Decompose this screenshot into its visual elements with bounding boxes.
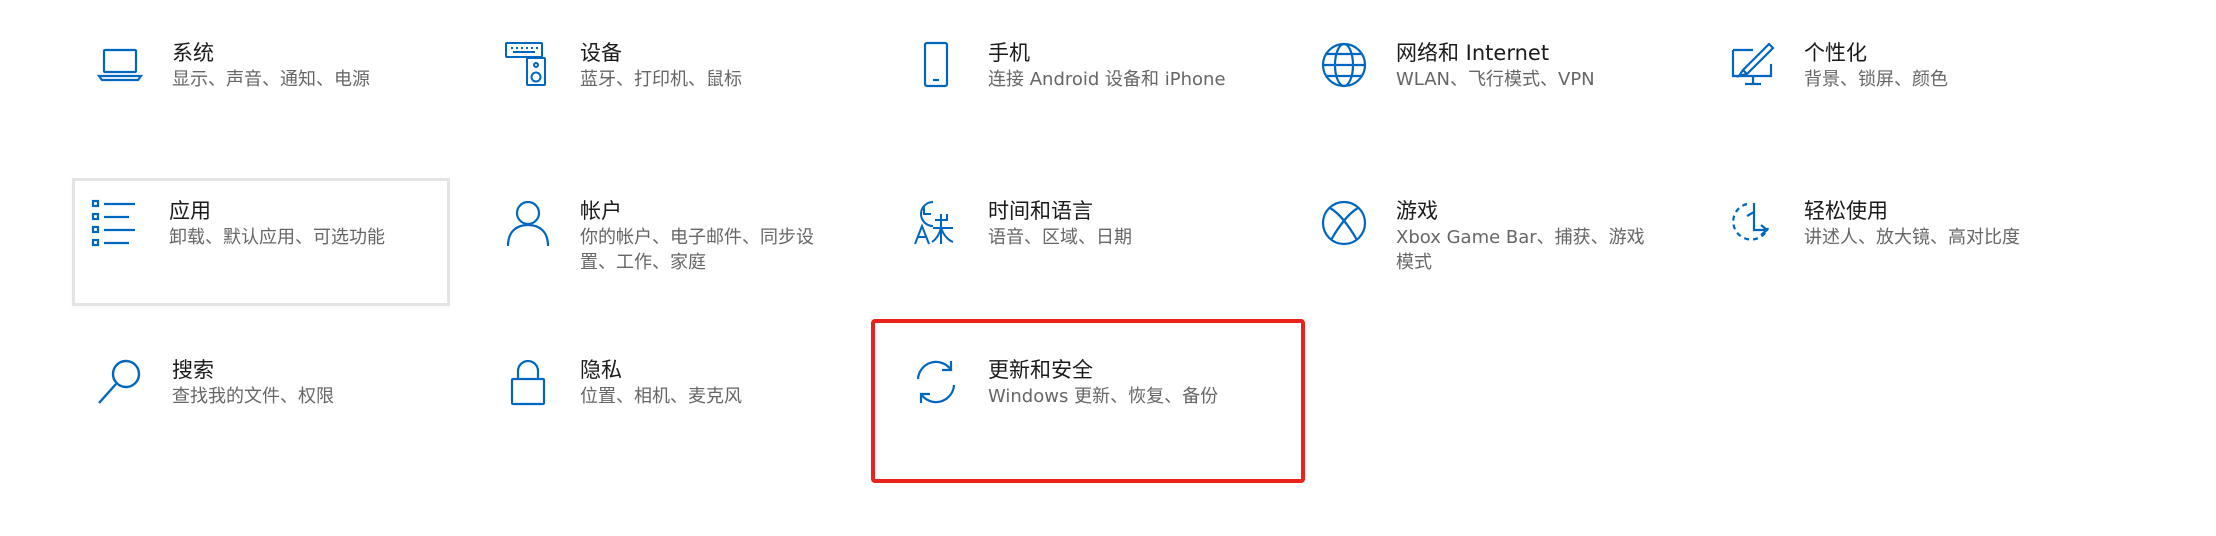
tile-description: 你的帐户、电子邮件、同步设置、工作、家庭	[580, 227, 814, 273]
tile-title: 游戏	[1396, 199, 1438, 223]
tile-ease-of-access[interactable]: 轻松使用 讲述人、放大镜、高对比度	[1707, 198, 2081, 324]
tile-description: 蓝牙、打印机、鼠标	[580, 69, 742, 90]
tile-description: WLAN、飞行模式、VPN	[1396, 69, 1595, 90]
search-icon	[95, 357, 145, 407]
tile-description: 背景、锁屏、颜色	[1804, 69, 1948, 90]
tile-description: 语音、区域、日期	[988, 227, 1132, 248]
ease-of-access-icon	[1727, 198, 1777, 248]
globe-icon	[1319, 40, 1369, 90]
tile-apps[interactable]: 应用 卸载、默认应用、可选功能	[72, 178, 450, 306]
lock-icon	[503, 357, 553, 407]
tile-title: 应用	[169, 199, 211, 223]
xbox-icon	[1319, 198, 1369, 248]
tile-privacy[interactable]: 隐私 位置、相机、麦克风	[483, 357, 857, 483]
tile-title: 个性化	[1804, 41, 1867, 65]
paint-brush-icon	[1727, 40, 1777, 90]
tile-title: 轻松使用	[1804, 199, 1888, 223]
tile-search[interactable]: 搜索 查找我的文件、权限	[75, 357, 449, 483]
phone-icon	[911, 40, 961, 90]
sync-icon	[911, 357, 961, 407]
tile-description: 讲述人、放大镜、高对比度	[1804, 227, 2020, 248]
tile-title: 系统	[172, 41, 214, 65]
tile-description: 显示、声音、通知、电源	[172, 69, 370, 90]
tile-title: 时间和语言	[988, 199, 1093, 223]
tile-gaming[interactable]: 游戏 Xbox Game Bar、捕获、游戏模式	[1299, 198, 1673, 324]
tile-personalization[interactable]: 个性化 背景、锁屏、颜色	[1707, 40, 2081, 166]
tile-phone[interactable]: 手机 连接 Android 设备和 iPhone	[891, 40, 1265, 166]
tile-title: 搜索	[172, 358, 214, 382]
time-language-icon	[911, 198, 961, 248]
tile-title: 帐户	[580, 199, 622, 223]
tile-title: 隐私	[580, 358, 622, 382]
apps-list-icon	[91, 198, 141, 248]
tile-network[interactable]: 网络和 Internet WLAN、飞行模式、VPN	[1299, 40, 1673, 166]
tile-description: Xbox Game Bar、捕获、游戏模式	[1396, 227, 1645, 273]
tile-devices[interactable]: 设备 蓝牙、打印机、鼠标	[483, 40, 857, 166]
person-icon	[503, 198, 553, 248]
tile-update-security[interactable]: 更新和安全 Windows 更新、恢复、备份	[891, 357, 1265, 483]
tile-description: Windows 更新、恢复、备份	[988, 386, 1219, 407]
laptop-icon	[95, 40, 145, 90]
tile-accounts[interactable]: 帐户 你的帐户、电子邮件、同步设置、工作、家庭	[483, 198, 857, 324]
tile-description: 连接 Android 设备和 iPhone	[988, 69, 1226, 90]
tile-description: 卸载、默认应用、可选功能	[169, 227, 385, 248]
tile-description: 位置、相机、麦克风	[580, 386, 742, 407]
tile-system[interactable]: 系统 显示、声音、通知、电源	[75, 40, 449, 166]
settings-category-grid: 系统 显示、声音、通知、电源 设备 蓝牙、打印机、鼠标 手机 连接 Androi…	[0, 0, 2216, 536]
tile-time-language[interactable]: 时间和语言 语音、区域、日期	[891, 198, 1265, 324]
tile-title: 手机	[988, 41, 1030, 65]
tile-title: 更新和安全	[988, 358, 1093, 382]
tile-title: 网络和 Internet	[1396, 41, 1550, 65]
tile-title: 设备	[580, 41, 622, 65]
tile-description: 查找我的文件、权限	[172, 386, 334, 407]
keyboard-speaker-icon	[503, 40, 553, 90]
